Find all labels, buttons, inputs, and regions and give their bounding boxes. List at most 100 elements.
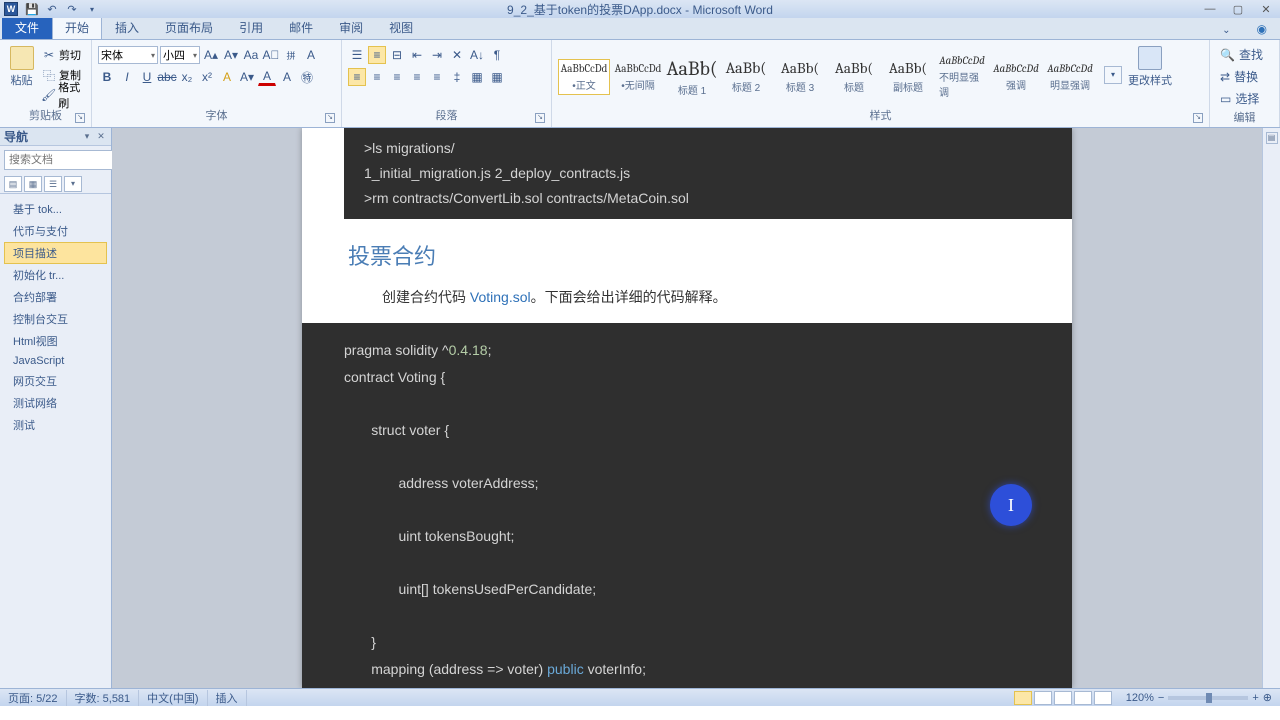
tab-view[interactable]: 视图 — [376, 15, 426, 39]
tab-home[interactable]: 开始 — [52, 15, 102, 39]
status-lang[interactable]: 中文(中国) — [139, 690, 207, 706]
char-border-button[interactable]: A — [302, 46, 320, 64]
clipboard-launcher-icon[interactable]: ↘ — [75, 113, 85, 123]
help-icon[interactable]: ◉ — [1244, 18, 1280, 39]
nav-close-icon[interactable]: ✕ — [95, 131, 107, 143]
replace-button[interactable]: ⇄替换 — [1216, 66, 1273, 87]
subscript-button[interactable]: x₂ — [178, 68, 196, 86]
asian-layout-button[interactable]: ✕ — [448, 46, 466, 64]
nav-item[interactable]: 合约部署 — [4, 286, 107, 308]
borders-button[interactable]: ▦ — [488, 68, 506, 86]
zoom-out-button[interactable]: − — [1158, 692, 1164, 704]
char-shading-button[interactable]: A — [278, 68, 296, 86]
style-swatch[interactable]: AaBbCcDd•正文 — [558, 59, 610, 95]
bold-button[interactable]: B — [98, 68, 116, 86]
shrink-font-button[interactable]: A▾ — [222, 46, 240, 64]
change-case-button[interactable]: Aa — [242, 46, 260, 64]
nav-tab-more[interactable]: ▾ — [64, 176, 82, 192]
nav-item[interactable]: 项目描述 — [4, 242, 107, 264]
view-print-layout-button[interactable] — [1014, 691, 1032, 705]
status-page[interactable]: 页面: 5/22 — [0, 690, 67, 706]
ribbon-collapse-icon[interactable]: ⌄ — [1209, 21, 1243, 39]
nav-item[interactable]: Html视图 — [4, 330, 107, 352]
italic-button[interactable]: I — [118, 68, 136, 86]
style-swatch[interactable]: AaBb(标题 3 — [774, 56, 826, 97]
bullets-button[interactable]: ☰ — [348, 46, 366, 64]
align-center-button[interactable]: ≡ — [368, 68, 386, 86]
justify-button[interactable]: ≡ — [408, 68, 426, 86]
tab-insert[interactable]: 插入 — [102, 15, 152, 39]
tab-mailings[interactable]: 邮件 — [276, 15, 326, 39]
line-spacing-button[interactable]: ‡ — [448, 68, 466, 86]
styles-launcher-icon[interactable]: ↘ — [1193, 113, 1203, 123]
nav-tab-headings[interactable]: ▤ — [4, 176, 22, 192]
style-swatch[interactable]: AaBbCcDd不明显强调 — [936, 51, 988, 102]
nav-dropdown-icon[interactable]: ▾ — [81, 131, 93, 143]
decrease-indent-button[interactable]: ⇤ — [408, 46, 426, 64]
clear-format-button[interactable]: A⃠ — [262, 46, 280, 64]
nav-item[interactable]: 基于 tok... — [4, 198, 107, 220]
find-button[interactable]: 🔍查找 — [1216, 44, 1273, 65]
change-styles-button[interactable]: 更改样式 — [1126, 42, 1174, 107]
align-right-button[interactable]: ≡ — [388, 68, 406, 86]
style-gallery[interactable]: AaBbCcDd•正文AaBbCcDd•无间隔AaBb(标题 1AaBb(标题 … — [558, 42, 1096, 107]
status-words[interactable]: 字数: 5,581 — [67, 690, 140, 706]
nav-tab-results[interactable]: ☰ — [44, 176, 62, 192]
style-swatch[interactable]: AaBbCcDd明显强调 — [1044, 59, 1096, 95]
close-button[interactable]: ✕ — [1252, 0, 1280, 18]
superscript-button[interactable]: x² — [198, 68, 216, 86]
style-swatch[interactable]: AaBbCcDd•无间隔 — [612, 59, 664, 95]
zoom-level[interactable]: 120% — [1126, 692, 1154, 704]
paste-button[interactable]: 粘贴 — [6, 42, 37, 107]
font-color-button[interactable]: A — [258, 68, 276, 86]
underline-button[interactable]: U — [138, 68, 156, 86]
qat-dropdown-icon[interactable]: ▾ — [84, 1, 100, 17]
ruler-toggle-icon[interactable]: ▤ — [1266, 132, 1278, 144]
view-fullscreen-button[interactable] — [1034, 691, 1052, 705]
font-launcher-icon[interactable]: ↘ — [325, 113, 335, 123]
text-highlight-button[interactable]: A — [218, 68, 236, 86]
numbering-button[interactable]: ≡ — [368, 46, 386, 64]
document-area[interactable]: >ls migrations/ 1_initial_migration.js 2… — [112, 128, 1262, 688]
tab-references[interactable]: 引用 — [226, 15, 276, 39]
nav-item[interactable]: 控制台交互 — [4, 308, 107, 330]
zoom-slider[interactable] — [1168, 696, 1248, 700]
sort-button[interactable]: A↓ — [468, 46, 486, 64]
styles-more-button[interactable]: ▾ — [1104, 66, 1122, 84]
shading-button[interactable]: ▦ — [468, 68, 486, 86]
style-swatch[interactable]: AaBbCcDd强调 — [990, 59, 1042, 95]
paragraph-launcher-icon[interactable]: ↘ — [535, 113, 545, 123]
tab-review[interactable]: 审阅 — [326, 15, 376, 39]
save-icon[interactable]: 💾 — [24, 1, 40, 17]
increase-indent-button[interactable]: ⇥ — [428, 46, 446, 64]
phonetic-button[interactable]: 拼 — [282, 46, 300, 64]
nav-item[interactable]: 代币与支付 — [4, 220, 107, 242]
undo-icon[interactable]: ↶ — [44, 1, 60, 17]
view-outline-button[interactable] — [1074, 691, 1092, 705]
strike-button[interactable]: abc — [158, 68, 176, 86]
minimize-button[interactable]: — — [1196, 0, 1224, 18]
format-painter-button[interactable]: 🖌格式刷 — [41, 86, 85, 104]
font-size-select[interactable]: 小四▾ — [160, 46, 200, 64]
nav-item[interactable]: 测试 — [4, 414, 107, 436]
style-swatch[interactable]: AaBb(标题 — [828, 56, 880, 97]
zoom-fit-icon[interactable]: ⊕ — [1263, 691, 1272, 704]
style-swatch[interactable]: AaBb(标题 2 — [720, 56, 772, 97]
show-marks-button[interactable]: ¶ — [488, 46, 506, 64]
nav-item[interactable]: 测试网络 — [4, 392, 107, 414]
style-swatch[interactable]: AaBb(副标题 — [882, 56, 934, 97]
nav-item[interactable]: 初始化 tr... — [4, 264, 107, 286]
redo-icon[interactable]: ↷ — [64, 1, 80, 17]
font-name-select[interactable]: 宋体▾ — [98, 46, 158, 64]
enclose-char-button[interactable]: ㊕ — [298, 68, 316, 86]
zoom-in-button[interactable]: + — [1252, 692, 1258, 704]
maximize-button[interactable]: ▢ — [1224, 0, 1252, 18]
status-mode[interactable]: 插入 — [208, 690, 247, 706]
nav-tab-pages[interactable]: ▦ — [24, 176, 42, 192]
distributed-button[interactable]: ≡ — [428, 68, 446, 86]
grow-font-button[interactable]: A▴ — [202, 46, 220, 64]
cut-button[interactable]: ✂剪切 — [41, 46, 85, 64]
nav-item[interactable]: 网页交互 — [4, 370, 107, 392]
tab-layout[interactable]: 页面布局 — [152, 15, 226, 39]
text-effects-button[interactable]: A▾ — [238, 68, 256, 86]
